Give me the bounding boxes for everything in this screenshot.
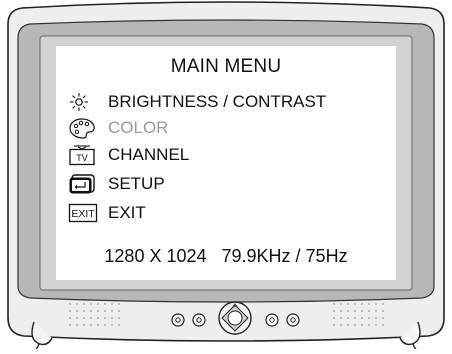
osd-main-menu: MAIN MENU BRIGHTNESS / CONTRAST COLOR TV… xyxy=(56,46,396,280)
monitor: MAIN MENU BRIGHTNESS / CONTRAST COLOR TV… xyxy=(0,0,452,350)
menu-item-label: EXIT xyxy=(108,203,146,222)
menu-item-label: BRIGHTNESS / CONTRAST xyxy=(108,92,327,111)
menu-item-label: SETUP xyxy=(108,174,165,193)
exit-icon: EXIT xyxy=(68,202,100,224)
svg-text:EXIT: EXIT xyxy=(71,208,95,220)
tv-icon: TV xyxy=(68,144,100,166)
button-2[interactable] xyxy=(192,313,206,327)
button-4[interactable] xyxy=(286,313,300,327)
menu-item-label: CHANNEL xyxy=(108,145,190,164)
menu-item-setup[interactable]: SETUP xyxy=(68,172,165,196)
svg-text:TV: TV xyxy=(76,153,88,163)
setup-icon xyxy=(68,173,100,195)
button-1[interactable] xyxy=(171,313,185,327)
button-3[interactable] xyxy=(265,313,279,327)
menu-item-color[interactable]: COLOR xyxy=(68,116,168,140)
palette-icon xyxy=(68,117,100,139)
menu-item-brightness-contrast[interactable]: BRIGHTNESS / CONTRAST xyxy=(68,90,326,114)
menu-item-channel[interactable]: TV CHANNEL xyxy=(68,143,189,167)
menu-item-exit[interactable]: EXIT EXIT xyxy=(68,201,146,225)
menu-item-label: COLOR xyxy=(108,118,169,137)
menu-title: MAIN MENU xyxy=(170,56,282,77)
navigation-pad[interactable] xyxy=(218,301,252,335)
resolution-status: 1280 X 1024 79.9KHz / 75Hz xyxy=(104,246,348,266)
sun-icon xyxy=(68,91,100,113)
